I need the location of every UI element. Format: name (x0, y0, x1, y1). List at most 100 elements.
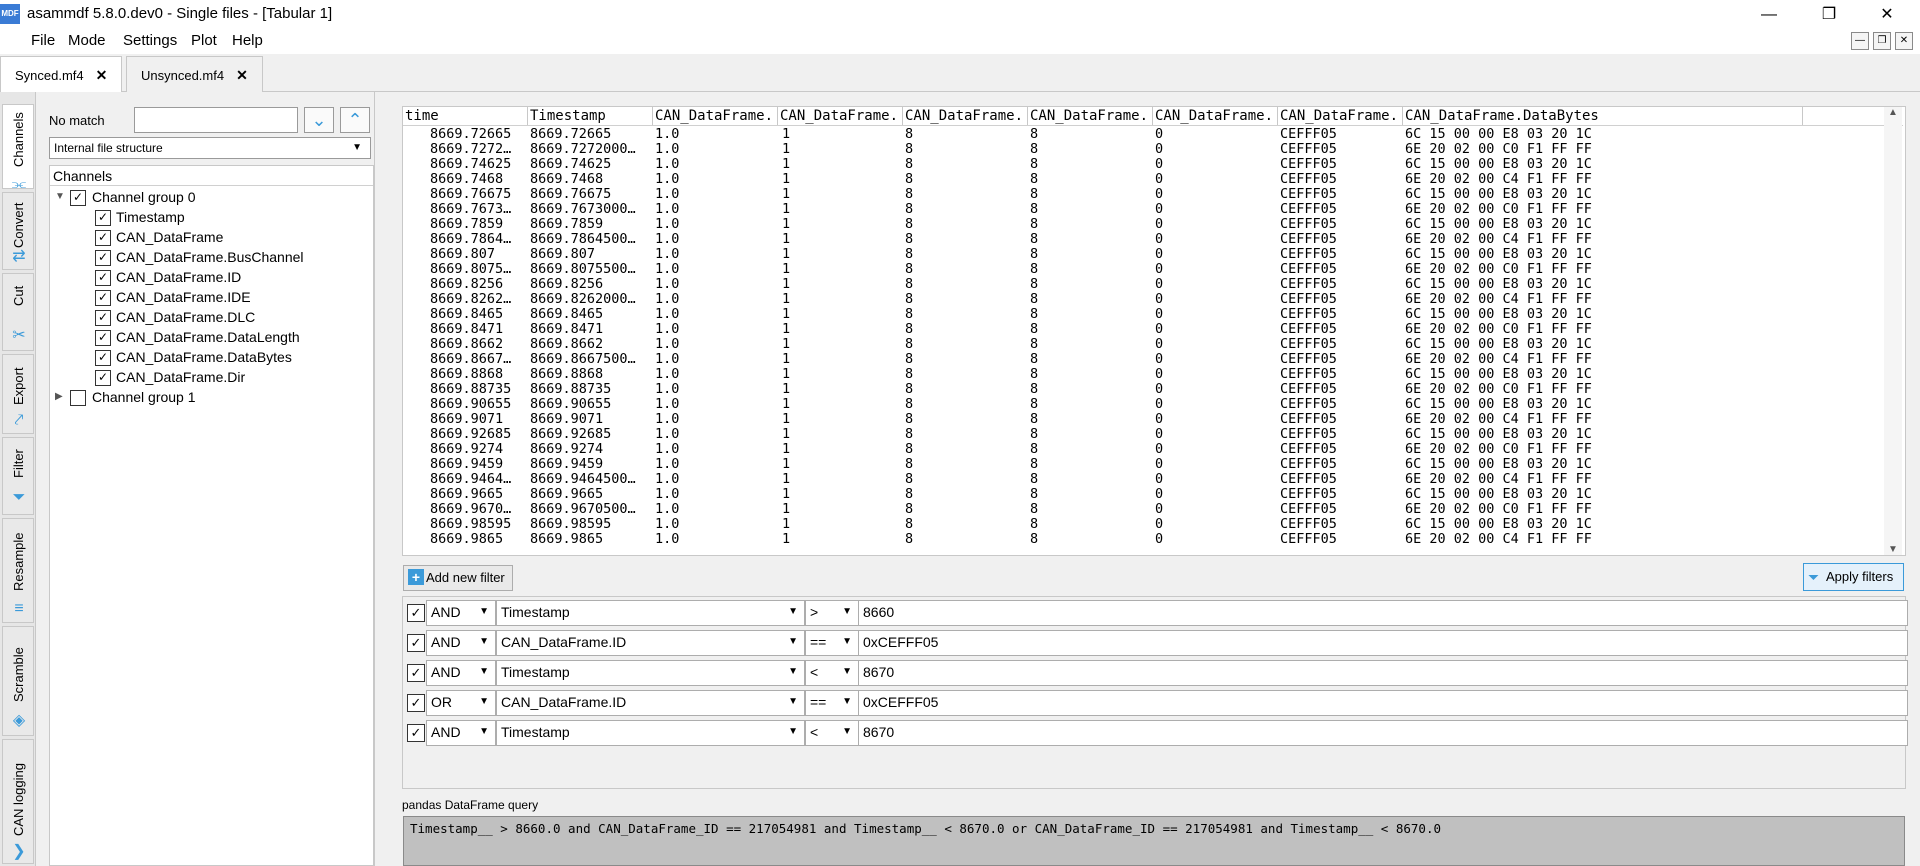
maximize-button[interactable]: ❐ (1806, 0, 1852, 30)
table-row[interactable]: 8669.8662 8669.8662 1.0 1 8 8 0 CEFFF05 6C 15 00… (403, 337, 1903, 352)
menu-mode[interactable]: Mode (68, 32, 106, 49)
filter-enabled-checkbox[interactable]: ✓ (407, 694, 425, 712)
side-tab-channels[interactable]: Channels ⫘ (2, 104, 34, 193)
channel-group-row[interactable]: ▶ Channel group 1 (50, 387, 370, 407)
close-icon[interactable]: ✕ (236, 67, 248, 83)
column-header[interactable]: Timestamp (528, 107, 653, 125)
table-row[interactable]: 8669.8465 8669.8465 1.0 1 8 8 0 CEFFF05 6C 15 00… (403, 307, 1903, 322)
filter-operator-select[interactable]: < ▼ (805, 660, 859, 686)
filter-enabled-checkbox[interactable]: ✓ (407, 604, 425, 622)
channel-row[interactable]: ✓ CAN_DataFrame.BusChannel (50, 247, 370, 267)
filter-column-select[interactable]: Timestamp ▼ (496, 600, 805, 626)
collapse-icon[interactable]: ▼ (55, 187, 65, 207)
column-header[interactable]: CAN_DataFrame. (653, 107, 778, 125)
menu-help[interactable]: Help (232, 32, 263, 49)
channel-row[interactable]: ✓ CAN_DataFrame.DataBytes (50, 347, 370, 367)
view-mode-select[interactable]: Internal file structure ▼ (49, 137, 371, 159)
filter-logic-select[interactable]: AND ▼ (426, 630, 496, 656)
filter-value-input[interactable]: 0xCEFFF05 (858, 630, 1908, 656)
search-next-button[interactable]: ⌄ (304, 107, 334, 133)
filter-logic-select[interactable]: AND ▼ (426, 720, 496, 746)
group-checkbox[interactable]: ✓ (70, 190, 86, 206)
filter-operator-select[interactable]: == ▼ (805, 690, 859, 716)
channel-checkbox[interactable]: ✓ (95, 310, 111, 326)
table-row[interactable]: 8669.8075… 8669.8075500… 1.0 1 8 8 0 CEFFF05 6E … (403, 262, 1903, 277)
table-row[interactable]: 8669.76675 8669.76675 1.0 1 8 8 0 CEFFF05 6C 15 … (403, 187, 1903, 202)
table-row[interactable]: 8669.90655 8669.90655 1.0 1 8 8 0 CEFFF05 6C 15 … (403, 397, 1903, 412)
table-vertical-scrollbar[interactable]: ▲ ▼ (1884, 107, 1902, 555)
channel-tree[interactable]: Channels ▼ ✓ Channel group 0 ✓ Timestamp ✓ CAN… (49, 165, 374, 866)
query-text-box[interactable]: Timestamp__ > 8660.0 and CAN_DataFrame_I… (403, 816, 1905, 866)
column-header[interactable]: time (403, 107, 528, 125)
side-tab-convert[interactable]: Convert ⇄ (2, 192, 34, 270)
table-row[interactable]: 8669.9670… 8669.9670500… 1.0 1 8 8 0 CEFFF05 6E … (403, 502, 1903, 517)
close-window-button[interactable]: ✕ (1864, 0, 1910, 30)
column-header[interactable]: CAN_DataFrame. (1278, 107, 1403, 125)
table-row[interactable]: 8669.807 8669.807 1.0 1 8 8 0 CEFFF05 6C 15 00 0… (403, 247, 1903, 262)
table-row[interactable]: 8669.8667… 8669.8667500… 1.0 1 8 8 0 CEFFF05 6E … (403, 352, 1903, 367)
side-tab-filter[interactable]: Filter ⏷ (2, 437, 34, 515)
add-filter-button[interactable]: + Add new filter (403, 565, 513, 591)
data-table[interactable]: time Timestamp CAN_DataFrame. CAN_DataFrame… (402, 106, 1906, 556)
filter-column-select[interactable]: Timestamp ▼ (496, 720, 805, 746)
channel-checkbox[interactable]: ✓ (95, 370, 111, 386)
mdi-minimize-button[interactable]: — (1851, 32, 1869, 50)
channel-checkbox[interactable]: ✓ (95, 250, 111, 266)
filter-operator-select[interactable]: == ▼ (805, 630, 859, 656)
table-row[interactable]: 8669.7272… 8669.7272000… 1.0 1 8 8 0 CEFFF05 6E … (403, 142, 1903, 157)
scroll-down-icon[interactable]: ▼ (1888, 544, 1898, 555)
column-header[interactable]: CAN_DataFrame. (1153, 107, 1278, 125)
channel-row[interactable]: ✓ CAN_DataFrame.Dir (50, 367, 370, 387)
mdi-close-button[interactable]: ✕ (1895, 32, 1913, 50)
filter-logic-select[interactable]: AND ▼ (426, 660, 496, 686)
channel-checkbox[interactable]: ✓ (95, 270, 111, 286)
channel-checkbox[interactable]: ✓ (95, 230, 111, 246)
channel-checkbox[interactable]: ✓ (95, 350, 111, 366)
table-row[interactable]: 8669.72665 8669.72665 1.0 1 8 8 0 CEFFF05 6C 15 … (403, 127, 1903, 142)
channel-row[interactable]: ✓ CAN_DataFrame.DLC (50, 307, 370, 327)
channel-row[interactable]: ✓ CAN_DataFrame.ID (50, 267, 370, 287)
close-icon[interactable]: ✕ (96, 67, 108, 83)
channel-checkbox[interactable]: ✓ (95, 330, 111, 346)
table-row[interactable]: 8669.9071 8669.9071 1.0 1 8 8 0 CEFFF05 6E 20 02… (403, 412, 1903, 427)
scroll-up-icon[interactable]: ▲ (1888, 107, 1898, 118)
filter-column-select[interactable]: Timestamp ▼ (496, 660, 805, 686)
side-tab-can-logging[interactable]: CAN logging ❯ (2, 739, 34, 864)
side-tab-resample[interactable]: Resample ≡ (2, 518, 34, 623)
filter-value-input[interactable]: 0xCEFFF05 (858, 690, 1908, 716)
channel-checkbox[interactable]: ✓ (95, 290, 111, 306)
channel-row[interactable]: ✓ CAN_DataFrame.IDE (50, 287, 370, 307)
filter-logic-select[interactable]: AND ▼ (426, 600, 496, 626)
table-row[interactable]: 8669.9865 8669.9865 1.0 1 8 8 0 CEFFF05 6E 20 02… (403, 532, 1903, 547)
table-row[interactable]: 8669.7859 8669.7859 1.0 1 8 8 0 CEFFF05 6C 15 00… (403, 217, 1903, 232)
channel-row[interactable]: ✓ CAN_DataFrame.DataLength (50, 327, 370, 347)
table-row[interactable]: 8669.9459 8669.9459 1.0 1 8 8 0 CEFFF05 6C 15 00… (403, 457, 1903, 472)
table-row[interactable]: 8669.9274 8669.9274 1.0 1 8 8 0 CEFFF05 6E 20 02… (403, 442, 1903, 457)
search-input[interactable] (134, 107, 298, 133)
table-row[interactable]: 8669.8471 8669.8471 1.0 1 8 8 0 CEFFF05 6E 20 02… (403, 322, 1903, 337)
filter-enabled-checkbox[interactable]: ✓ (407, 724, 425, 742)
group-checkbox[interactable] (70, 390, 86, 406)
table-row[interactable]: 8669.8256 8669.8256 1.0 1 8 8 0 CEFFF05 6C 15 00… (403, 277, 1903, 292)
table-row[interactable]: 8669.7468 8669.7468 1.0 1 8 8 0 CEFFF05 6E 20 02… (403, 172, 1903, 187)
menu-file[interactable]: File (31, 32, 55, 49)
filter-logic-select[interactable]: OR ▼ (426, 690, 496, 716)
table-row[interactable]: 8669.9464… 8669.9464500… 1.0 1 8 8 0 CEFFF05 6E … (403, 472, 1903, 487)
side-tab-cut[interactable]: Cut ✂ (2, 273, 34, 351)
channel-checkbox[interactable]: ✓ (95, 210, 111, 226)
table-row[interactable]: 8669.88735 8669.88735 1.0 1 8 8 0 CEFFF05 6E 20 … (403, 382, 1903, 397)
apply-filters-button[interactable]: ⏷ Apply filters (1803, 563, 1904, 591)
table-row[interactable]: 8669.9665 8669.9665 1.0 1 8 8 0 CEFFF05 6C 15 00… (403, 487, 1903, 502)
tab-unsynced[interactable]: Unsynced.mf4 ✕ (126, 56, 263, 92)
column-header[interactable]: CAN_DataFrame. (778, 107, 903, 125)
table-row[interactable]: 8669.74625 8669.74625 1.0 1 8 8 0 CEFFF05 6C 15 … (403, 157, 1903, 172)
filter-column-select[interactable]: CAN_DataFrame.ID ▼ (496, 630, 805, 656)
filter-column-select[interactable]: CAN_DataFrame.ID ▼ (496, 690, 805, 716)
channel-group-row[interactable]: ▼ ✓ Channel group 0 (50, 187, 370, 207)
table-row[interactable]: 8669.8262… 8669.8262000… 1.0 1 8 8 0 CEFFF05 6E … (403, 292, 1903, 307)
filter-value-input[interactable]: 8660 (858, 600, 1908, 626)
channel-row[interactable]: ✓ Timestamp (50, 207, 370, 227)
side-tab-scramble[interactable]: Scramble ◈ (2, 626, 34, 736)
filter-value-input[interactable]: 8670 (858, 660, 1908, 686)
column-header[interactable]: CAN_DataFrame.DataBytes (1403, 107, 1803, 125)
